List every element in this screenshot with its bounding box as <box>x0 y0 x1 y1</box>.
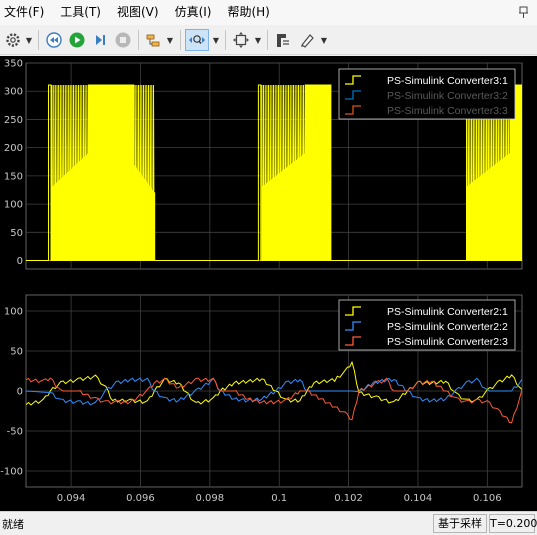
fit-to-view-icon[interactable] <box>230 29 252 51</box>
x-tick-label: 0.096 <box>126 493 155 504</box>
menu-help[interactable]: 帮助(H) <box>219 0 277 25</box>
status-text: 就绪 <box>2 518 24 531</box>
x-tick-label: 0.102 <box>334 493 363 504</box>
legend-2: PS-Simulink Converter2:1 PS-Simulink Conv… <box>338 299 516 351</box>
legend-1: PS-Simulink Converter3:1 PS-Simulink Conv… <box>338 68 516 120</box>
y-tick-label: 100 <box>4 307 23 318</box>
sim-time-indicator: T=0.200 <box>489 514 537 533</box>
legend-label: PS-Simulink Converter2:1 <box>387 306 508 318</box>
y-tick-label: -50 <box>7 427 23 438</box>
legend-label: PS-Simulink Converter3:1 <box>387 75 508 87</box>
style-brush-icon[interactable] <box>296 29 318 51</box>
signal-dropdown-icon[interactable]: ▼ <box>166 29 174 51</box>
menu-tools[interactable]: 工具(T) <box>52 0 109 25</box>
stop-icon[interactable] <box>112 29 134 51</box>
y-tick-label: 250 <box>4 115 23 126</box>
toolbar-separator <box>225 30 226 50</box>
y-tick-label: 350 <box>4 59 23 70</box>
step-forward-icon[interactable] <box>89 29 111 51</box>
x-tick-label: 0.1 <box>271 493 287 504</box>
menu-bar: 文件(F) 工具(T) 视图(V) 仿真(I) 帮助(H) <box>0 0 537 25</box>
y-tick-label: 0 <box>17 256 23 267</box>
toolbar-separator <box>180 30 181 50</box>
legend-label: PS-Simulink Converter2:3 <box>387 336 508 348</box>
legend-label: PS-Simulink Converter3:3 <box>387 105 508 117</box>
menu-file[interactable]: 文件(F) <box>0 0 52 25</box>
menu-simulation[interactable]: 仿真(I) <box>167 0 220 25</box>
y-tick-label: 300 <box>4 87 23 98</box>
fit-dropdown-icon[interactable]: ▼ <box>254 29 262 51</box>
run-icon[interactable] <box>66 29 88 51</box>
signal-highlight-icon[interactable] <box>143 29 165 51</box>
zoom-dropdown-icon[interactable]: ▼ <box>212 29 220 51</box>
x-tick-label: 0.094 <box>57 493 86 504</box>
toolbar-separator <box>267 30 268 50</box>
pin-icon[interactable] <box>517 5 531 19</box>
toolbar: ▼ ▼ ▼ ▼ ▼ <box>0 25 537 55</box>
menu-view[interactable]: 视图(V) <box>109 0 167 25</box>
x-tick-label: 0.106 <box>473 493 502 504</box>
y-tick-label: -100 <box>0 467 23 478</box>
settings-dropdown-icon[interactable]: ▼ <box>25 29 33 51</box>
scope-display: 0 50 100 150 200 250 300 350 -100 -50 0 50 100 0.094 0… <box>0 56 537 511</box>
status-bar: 就绪 基于采样 T=0.200 <box>0 511 537 535</box>
scope-plot-canvas: 0 50 100 150 200 250 300 350 -100 -50 0 50 100 0.094 0… <box>0 59 523 504</box>
y-tick-label: 50 <box>10 228 23 239</box>
y-tick-label: 50 <box>10 347 23 358</box>
zoom-x-icon[interactable] <box>185 29 209 51</box>
y-tick-label: 150 <box>4 171 23 182</box>
x-tick-label: 0.104 <box>404 493 433 504</box>
y-tick-label: 100 <box>4 200 23 211</box>
rewind-icon[interactable] <box>43 29 65 51</box>
sample-mode-indicator: 基于采样 <box>433 514 487 533</box>
gear-icon[interactable] <box>2 29 24 51</box>
y-tick-label: 0 <box>17 387 23 398</box>
cursor-measure-icon[interactable] <box>272 29 294 51</box>
toolbar-separator <box>138 30 139 50</box>
toolbar-separator <box>38 30 39 50</box>
x-tick-label: 0.098 <box>196 493 225 504</box>
legend-label: PS-Simulink Converter3:2 <box>387 90 508 102</box>
legend-label: PS-Simulink Converter2:2 <box>387 321 508 333</box>
y-tick-label: 200 <box>4 143 23 154</box>
style-dropdown-icon[interactable]: ▼ <box>320 29 328 51</box>
